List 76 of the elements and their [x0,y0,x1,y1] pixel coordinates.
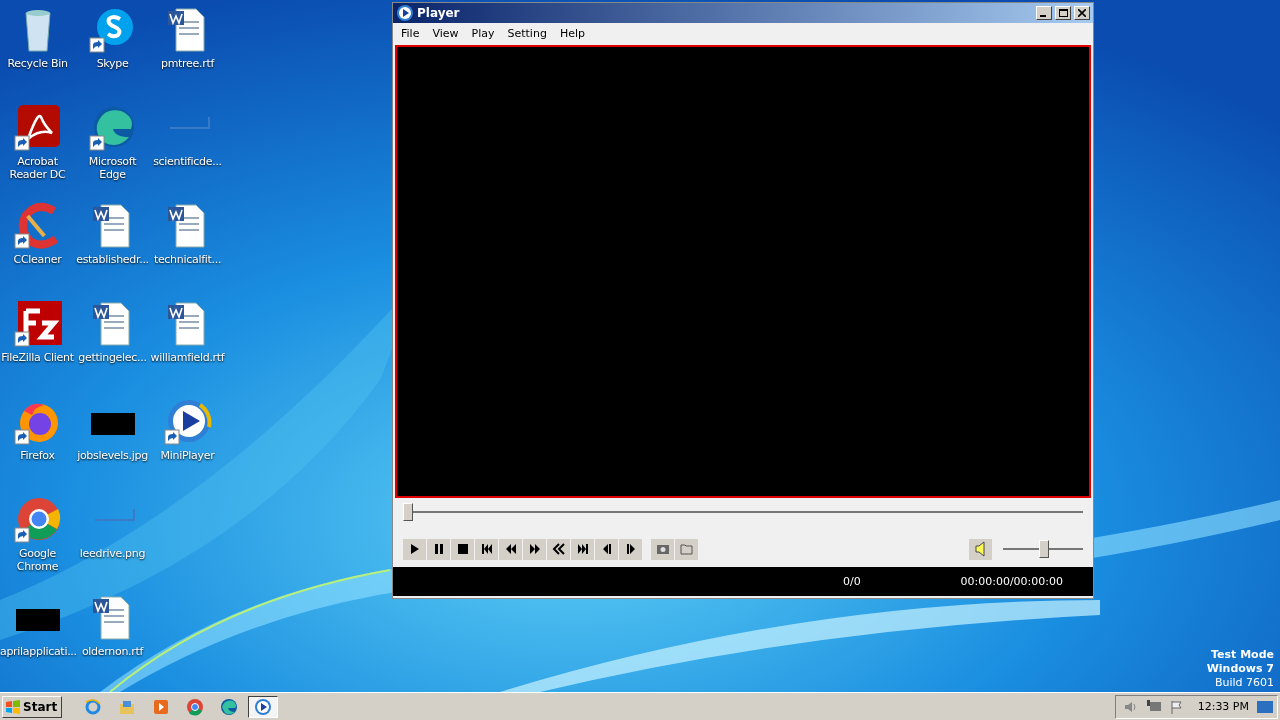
menu-item[interactable]: Help [553,26,592,40]
desktop-icon-label[interactable]: oldernon.rtf [75,645,150,658]
menu-item[interactable]: View [426,26,466,40]
maximize-button[interactable] [1055,6,1071,20]
desktop-icon-label[interactable]: Skype [75,57,150,70]
playback-button[interactable] [451,538,474,560]
start-button[interactable]: Start [2,695,63,718]
taskbar-app[interactable] [248,695,279,718]
desktop-icon-label[interactable]: williamfield.rtf [150,351,225,364]
minimize-button[interactable] [1036,6,1052,20]
playback-button[interactable] [475,538,498,560]
desktop-icon-label[interactable]: FileZilla Client [0,351,75,364]
tool-button[interactable] [675,538,698,560]
app-icon[interactable] [163,397,212,445]
desktop-icon-label[interactable]: CCleaner [0,253,75,266]
desktop-icon-label[interactable]: jobslevels.jpg [75,449,150,462]
window-title: Player [417,6,461,20]
volume-thumb[interactable] [1039,539,1050,558]
desktop-icon-label[interactable]: Firefox [0,449,75,462]
track-count: 0/0 [843,575,861,588]
seek-thumb[interactable] [403,503,413,521]
close-button[interactable] [1074,6,1090,20]
playback-button[interactable] [499,538,522,560]
player-icon [254,697,273,716]
camera-icon [655,542,670,556]
desktop-icon-label[interactable]: MiniPlayer [150,449,225,462]
skip-back-icon [479,542,494,556]
test-mode-notice: Windows 7 [1206,662,1274,676]
close-icon [1078,9,1086,17]
desktop-icon-label[interactable]: leedrive.png [75,547,150,560]
menu-item[interactable]: File [395,26,427,40]
desktop-icon-label[interactable]: gettingelec... [75,351,150,364]
browser-icon [84,697,103,716]
playback-button[interactable] [427,538,450,560]
desktop-icon-label[interactable]: Microsoft Edge [75,155,150,181]
desktop-icon-label[interactable]: pmtree.rtf [150,57,225,70]
test-mode-notice: Build 7601 [1214,676,1274,690]
app-icon[interactable] [13,495,62,543]
network-icon[interactable] [1145,699,1162,714]
flag-icon[interactable] [1169,699,1184,714]
time-display: 00:00:00/00:00:00 [960,575,1063,588]
app-icon[interactable] [13,299,62,347]
desktop-icon-label[interactable]: Acrobat Reader DC [0,155,75,181]
browser-icon [186,697,205,716]
show-desktop-icon[interactable] [1257,699,1273,714]
playback-button[interactable] [547,538,570,560]
fast-forward-icon [527,542,542,556]
player-icon [396,4,414,22]
playback-button[interactable] [403,538,426,560]
menu-item[interactable]: Play [465,26,502,40]
test-mode-notice: Test Mode [1211,648,1274,662]
clock[interactable]: 12:33 PM [1197,700,1249,713]
desktop-icon-label[interactable]: Google Chrome [0,547,75,573]
app-icon[interactable] [13,103,62,151]
folder-icon [679,542,694,556]
tool-button[interactable] [651,538,674,560]
desktop-icon-label[interactable]: technicalfit... [150,253,225,266]
mute-button[interactable] [969,538,992,560]
playback-button[interactable] [523,538,546,560]
maximize-icon [1058,9,1068,17]
browser-icon [220,697,239,716]
stop-icon [455,542,470,556]
speaker-icon [973,541,988,557]
volume-slider[interactable] [1003,538,1083,560]
media-player-icon [152,697,171,716]
playback-button[interactable] [619,538,642,560]
desktop-icon-label[interactable]: scientificde... [150,155,225,168]
playback-button[interactable] [571,538,594,560]
playback-button[interactable] [595,538,618,560]
double-chevron-left-icon [551,542,566,556]
desktop-icon-label[interactable]: aprilapplicati... [0,645,75,658]
skip-forward-icon [575,542,590,556]
windows-logo-icon [5,699,21,714]
desktop-icon-label[interactable]: establishedr... [75,253,150,266]
desktop-icon-label[interactable]: Recycle Bin [0,57,75,70]
menu-item[interactable]: Setting [501,26,554,40]
